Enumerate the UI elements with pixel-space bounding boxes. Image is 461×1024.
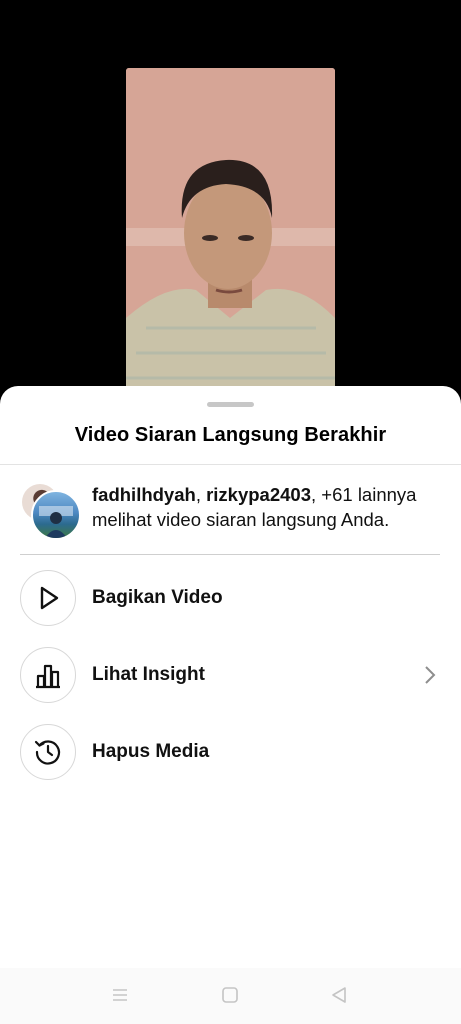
divider xyxy=(20,554,440,555)
view-insights-label: Lihat Insight xyxy=(92,664,205,685)
back-triangle-icon[interactable] xyxy=(330,986,348,1009)
viewers-text: fadhilhdyah, rizkypa2403, +61 lainnya me… xyxy=(92,482,452,532)
sheet-drag-handle[interactable] xyxy=(207,402,254,407)
menu-icon[interactable] xyxy=(111,986,129,1009)
bar-chart-icon xyxy=(20,647,76,703)
divider xyxy=(0,464,461,465)
live-ended-bottom-sheet: Video Siaran Langsung Berakhir fadhilhdy… xyxy=(0,386,461,1024)
system-navigation-bar xyxy=(0,968,461,1024)
avatar xyxy=(31,490,81,540)
delete-media-label: Hapus Media xyxy=(92,741,210,762)
text-separator: , xyxy=(195,484,207,505)
share-video-label: Bagikan Video xyxy=(92,587,223,608)
delete-media-button[interactable]: Hapus Media xyxy=(20,724,450,782)
chevron-right-icon xyxy=(424,665,436,690)
view-insights-button[interactable]: Lihat Insight xyxy=(20,647,450,705)
video-frame-image xyxy=(126,68,335,398)
viewer-username[interactable]: rizkypa2403 xyxy=(206,484,311,505)
sheet-title: Video Siaran Langsung Berakhir xyxy=(74,424,387,446)
share-video-button[interactable]: Bagikan Video xyxy=(20,570,450,628)
viewer-avatars xyxy=(20,482,81,540)
home-square-icon[interactable] xyxy=(221,986,239,1009)
viewer-username[interactable]: fadhilhdyah xyxy=(92,484,196,505)
play-icon xyxy=(20,570,76,626)
viewers-summary[interactable]: fadhilhdyah, rizkypa2403, +61 lainnya me… xyxy=(20,482,452,540)
live-video-preview xyxy=(126,68,335,398)
history-icon xyxy=(20,724,76,780)
